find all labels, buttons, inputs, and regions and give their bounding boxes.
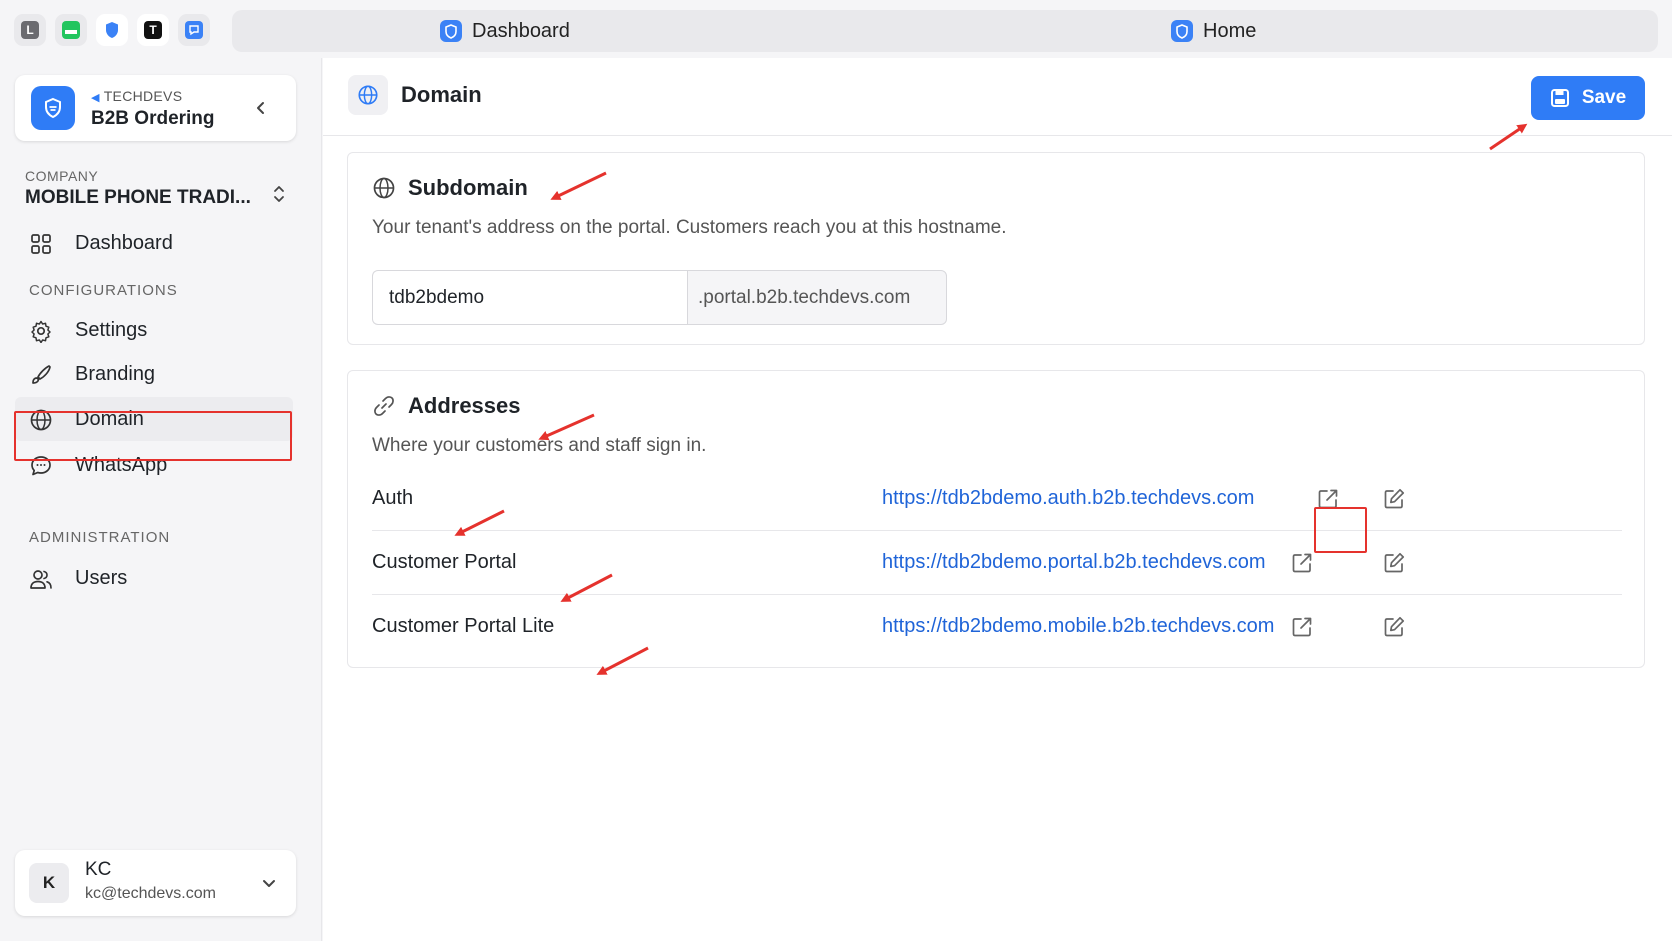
card-title: Subdomain bbox=[408, 175, 528, 200]
addresses-heading: Addresses bbox=[372, 393, 521, 419]
external-link-icon bbox=[1292, 553, 1312, 573]
subdomain-heading: Subdomain bbox=[372, 175, 528, 201]
sidebar: ◀ TECHDEVS B2B Ordering COMPANY MOBILE P… bbox=[0, 58, 322, 941]
save-button-label: Save bbox=[1581, 87, 1627, 108]
edit-url-button[interactable] bbox=[1380, 613, 1408, 641]
sidebar-item-label: WhatsApp bbox=[75, 453, 168, 476]
t-app-icon: T bbox=[144, 21, 162, 39]
address-row-auth: Auth https://tdb2bdemo.auth.b2b.techdevs… bbox=[372, 467, 1622, 531]
pinned-tab-shield-app[interactable] bbox=[96, 14, 128, 46]
users-icon bbox=[30, 570, 52, 589]
chevron-down-icon bbox=[263, 880, 275, 887]
address-label: Customer Portal bbox=[372, 551, 517, 573]
address-url-link[interactable]: https://tdb2bdemo.mobile.b2b.techdevs.co… bbox=[882, 615, 1274, 638]
subdomain-suffix: .portal.b2b.techdevs.com bbox=[687, 270, 947, 325]
edit-url-button[interactable] bbox=[1380, 549, 1408, 577]
open-url-button[interactable] bbox=[1314, 485, 1342, 513]
shield-favicon-icon bbox=[440, 20, 462, 42]
address-row-customer-portal-lite: Customer Portal Lite https://tdb2bdemo.m… bbox=[372, 595, 1622, 659]
user-name: KC bbox=[85, 859, 112, 880]
main-content: Domain Save Subdomain Your tenant's addr… bbox=[323, 58, 1672, 941]
user-menu-toggle[interactable] bbox=[258, 872, 280, 894]
card-title: Addresses bbox=[408, 393, 521, 418]
card-description: Where your customers and staff sign in. bbox=[372, 435, 707, 456]
tab-label: Dashboard bbox=[472, 19, 570, 42]
sidebar-item-branding[interactable]: Branding bbox=[15, 352, 293, 396]
chevron-updown-icon bbox=[274, 186, 284, 202]
pinned-tab-green-app[interactable] bbox=[55, 14, 87, 46]
edit-icon bbox=[1384, 616, 1405, 637]
card-description: Your tenant's address on the portal. Cus… bbox=[372, 217, 1007, 238]
address-url-link[interactable]: https://tdb2bdemo.portal.b2b.techdevs.co… bbox=[882, 551, 1266, 574]
collapse-sidebar-button[interactable] bbox=[250, 97, 272, 119]
user-email: kc@techdevs.com bbox=[85, 885, 216, 902]
grid-icon bbox=[31, 234, 51, 254]
app-org-label[interactable]: ◀ TECHDEVS bbox=[91, 88, 182, 104]
sidebar-item-label: Domain bbox=[75, 407, 144, 430]
back-caret-icon: ◀ bbox=[91, 92, 100, 104]
chat-bubble-icon bbox=[31, 456, 51, 476]
chevron-left-icon bbox=[257, 102, 264, 114]
browser-tab-strip: L T Dashboard Home bbox=[0, 0, 1672, 58]
tab-dashboard[interactable]: Dashboard bbox=[440, 10, 570, 52]
globe-icon bbox=[30, 409, 52, 431]
subdomain-card: Subdomain Your tenant's address on the p… bbox=[347, 152, 1645, 345]
company-label: COMPANY bbox=[25, 168, 99, 184]
sidebar-item-dashboard[interactable]: Dashboard bbox=[15, 221, 293, 265]
edit-icon bbox=[1384, 552, 1405, 573]
link-icon bbox=[374, 396, 394, 416]
company-switch-button[interactable] bbox=[268, 181, 290, 207]
address-url-link[interactable]: https://tdb2bdemo.auth.b2b.techdevs.com bbox=[882, 487, 1254, 510]
tab-bar: Dashboard Home bbox=[232, 10, 1658, 52]
gear-icon bbox=[31, 320, 51, 343]
tab-label: Home bbox=[1203, 19, 1257, 42]
save-button[interactable]: Save bbox=[1531, 76, 1645, 120]
pinned-tab-chat-app[interactable] bbox=[178, 14, 210, 46]
shield-favicon-icon bbox=[1171, 20, 1193, 42]
sidebar-item-whatsapp[interactable]: WhatsApp bbox=[15, 443, 293, 487]
company-selector[interactable]: MOBILE PHONE TRADI... bbox=[25, 187, 251, 209]
page-header: Domain Save bbox=[323, 58, 1672, 136]
open-url-button[interactable] bbox=[1288, 549, 1316, 577]
subdomain-input[interactable] bbox=[372, 270, 687, 325]
sidebar-item-label: Dashboard bbox=[75, 231, 173, 254]
avatar: K bbox=[29, 863, 69, 903]
section-configurations: CONFIGURATIONS bbox=[29, 282, 178, 299]
address-label: Auth bbox=[372, 487, 414, 509]
sidebar-item-settings[interactable]: Settings bbox=[15, 308, 293, 352]
sidebar-item-label: Users bbox=[75, 566, 128, 589]
address-label: Customer Portal Lite bbox=[372, 615, 555, 637]
user-menu[interactable]: K KC kc@techdevs.com bbox=[15, 850, 296, 916]
app-switcher[interactable]: ◀ TECHDEVS B2B Ordering bbox=[15, 75, 296, 141]
section-administration: ADMINISTRATION bbox=[29, 529, 171, 546]
app-logo-icon bbox=[31, 86, 75, 130]
sidebar-item-label: Branding bbox=[75, 362, 156, 385]
sidebar-item-users[interactable]: Users bbox=[15, 556, 293, 600]
globe-icon bbox=[373, 177, 395, 199]
addresses-card: Addresses Where your customers and staff… bbox=[347, 370, 1645, 668]
edit-icon bbox=[1384, 488, 1405, 509]
l-app-icon: L bbox=[21, 21, 39, 39]
external-link-icon bbox=[1292, 617, 1312, 637]
sidebar-item-domain[interactable]: Domain bbox=[15, 397, 293, 441]
sidebar-item-label: Settings bbox=[75, 318, 148, 341]
green-app-icon bbox=[62, 21, 80, 39]
chat-app-icon bbox=[185, 21, 203, 39]
globe-icon bbox=[348, 75, 388, 115]
address-row-customer-portal: Customer Portal https://tdb2bdemo.portal… bbox=[372, 531, 1622, 595]
pinned-tab-l-app[interactable]: L bbox=[14, 14, 46, 46]
open-url-button[interactable] bbox=[1288, 613, 1316, 641]
tab-home[interactable]: Home bbox=[1171, 10, 1256, 52]
app-name: B2B Ordering bbox=[91, 108, 215, 129]
edit-url-button[interactable] bbox=[1380, 485, 1408, 513]
external-link-icon bbox=[1318, 489, 1338, 509]
save-icon bbox=[1550, 89, 1569, 107]
shield-app-icon bbox=[106, 22, 118, 38]
paintbrush-icon bbox=[32, 365, 51, 384]
pinned-tab-t-app[interactable]: T bbox=[137, 14, 169, 46]
page-title: Domain bbox=[401, 82, 482, 107]
